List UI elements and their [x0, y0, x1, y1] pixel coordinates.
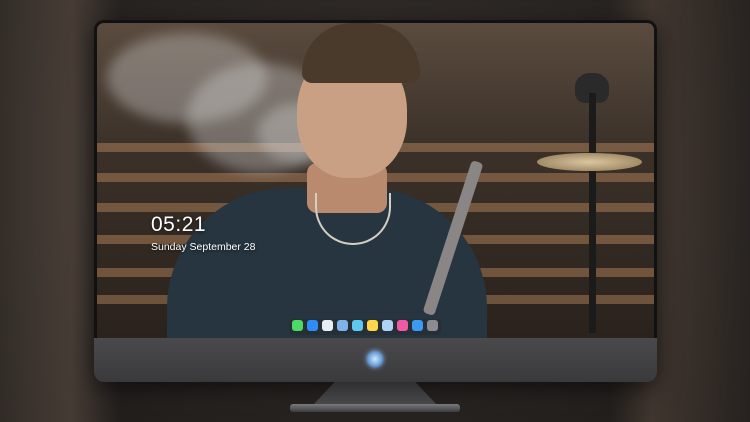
monitor: 05:21 Sunday September 28	[94, 20, 657, 382]
lock-screen: 05:21 Sunday September 28	[97, 23, 654, 338]
lock-date: Sunday September 28	[151, 241, 256, 253]
monitor-stand	[312, 382, 438, 406]
clips-icon[interactable]	[352, 320, 363, 331]
safari-icon[interactable]	[322, 320, 333, 331]
finder-icon[interactable]	[337, 320, 348, 331]
music-icon[interactable]	[397, 320, 408, 331]
alien-logo-icon	[366, 350, 384, 368]
app-store-icon[interactable]	[412, 320, 423, 331]
lock-clock: 05:21	[151, 213, 207, 236]
messages-icon[interactable]	[292, 320, 303, 331]
monitor-chin	[94, 338, 657, 382]
screen: 05:21 Sunday September 28	[97, 23, 654, 338]
monitor-stand-base	[290, 404, 460, 412]
preview-icon[interactable]	[382, 320, 393, 331]
screenshot-icon[interactable]	[427, 320, 438, 331]
notes-icon[interactable]	[367, 320, 378, 331]
mail-icon[interactable]	[307, 320, 318, 331]
dock	[289, 319, 441, 335]
